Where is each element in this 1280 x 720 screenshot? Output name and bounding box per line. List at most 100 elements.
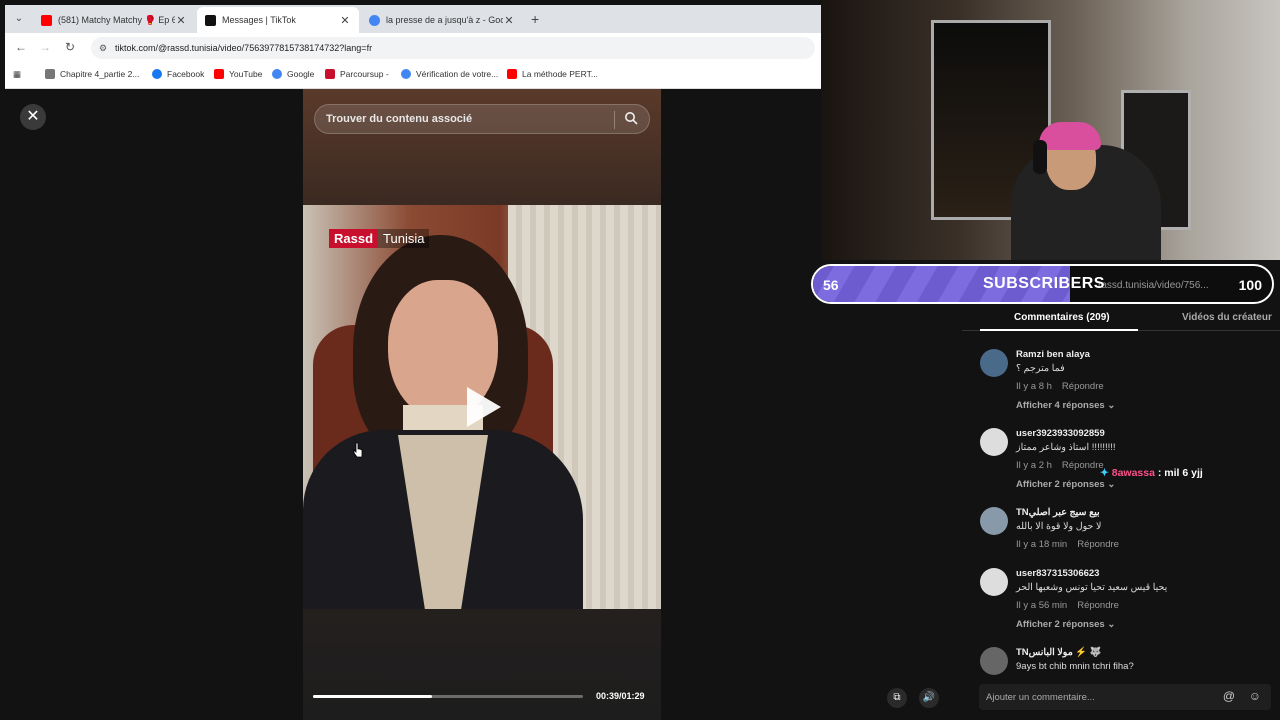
reload-icon[interactable]: ↻ (62, 40, 78, 54)
related-search-input[interactable]: Trouver du contenu associé (314, 104, 650, 134)
video-progress-bar[interactable] (313, 695, 583, 698)
comment-user[interactable]: user3923933092859 (1016, 428, 1105, 439)
comment-text: 9ays bt chib mnin tchri fiha? (1016, 661, 1134, 672)
video-player[interactable]: Rassd Tunisia Trouver du contenu associé… (303, 89, 661, 720)
search-placeholder: Trouver du contenu associé (326, 113, 473, 125)
comments-tabs: Commentaires (209) Vidéos du créateur (962, 304, 1280, 331)
close-tab-icon[interactable]: ✕ (175, 14, 187, 27)
address-row: ← → ↻ ⚙ tiktok.com/@rassd.tunisia/video/… (5, 33, 821, 63)
avatar[interactable] (980, 349, 1008, 377)
address-bar[interactable]: ⚙ tiktok.com/@rassd.tunisia/video/756397… (91, 37, 815, 59)
reply-button[interactable]: Répondre (1077, 539, 1119, 550)
comment-meta: Il y a 56 min Répondre (1016, 600, 1119, 611)
site-info-icon[interactable]: ⚙ (99, 37, 107, 59)
bookmark-icon (45, 69, 55, 79)
parcoursup-icon (325, 69, 335, 79)
subscriber-goal: 100 (1238, 277, 1262, 293)
tab-title: Messages | TikTok (222, 15, 296, 25)
rassd-logo: Rassd Tunisia (329, 229, 430, 248)
play-icon[interactable] (467, 387, 501, 427)
tab-title: la presse de a jusqu'à z - Goog (386, 15, 503, 25)
mention-icon[interactable]: @ (1223, 689, 1235, 703)
comment-user[interactable]: TNمولا البانس ⚡ 🐺 (1016, 647, 1102, 658)
video-time: 00:39/01:29 (596, 691, 645, 701)
bookmark-chapitre[interactable]: Chapitre 4_partie 2... (45, 69, 139, 79)
headset (1033, 140, 1047, 174)
comment-text: استاذ وشاعر ممتاز !!!!!!!!! (1016, 442, 1116, 453)
google-icon (401, 69, 411, 79)
show-replies-button[interactable]: Afficher 2 réponses ⌄ (1016, 619, 1115, 630)
subscriber-goal-bar: rassd.tunisia/video/756... 56 SUBSCRIBER… (811, 264, 1274, 304)
new-tab-button[interactable]: + (531, 11, 539, 27)
bookmark-facebook[interactable]: Facebook (152, 69, 204, 79)
comment-user[interactable]: TNبيع سيج عبر اصلي (1016, 507, 1100, 518)
comment-meta: Il y a 2 h Répondre (1016, 460, 1104, 471)
comment-input[interactable]: Ajouter un commentaire... @ ☺ (979, 684, 1271, 710)
streamer-cap (1039, 122, 1101, 150)
url-text: tiktok.com/@rassd.tunisia/video/75639778… (115, 43, 373, 53)
tab-creator-videos[interactable]: Vidéos du créateur (1182, 312, 1272, 323)
hand-cursor-icon (353, 442, 363, 458)
avatar[interactable] (980, 647, 1008, 675)
screen: ⌄ (581) Matchy Matchy 🥊 Ep 63 ✕ Messages… (0, 0, 1280, 720)
comment-item: user3923933092859 استاذ وشاعر ممتاز !!!!… (980, 428, 1280, 498)
tab-comments[interactable]: Commentaires (209) (1014, 312, 1110, 323)
show-replies-button[interactable]: Afficher 4 réponses ⌄ (1016, 400, 1115, 411)
back-icon[interactable]: ← (13, 40, 29, 54)
apps-icon[interactable]: ▦ (13, 69, 21, 80)
chat-text: : mil 6 yjj (1154, 467, 1203, 479)
avatar[interactable] (980, 428, 1008, 456)
close-tab-icon[interactable]: ✕ (339, 14, 351, 27)
emoji-icon[interactable]: ☺ (1249, 689, 1261, 703)
comments-panel: Commentaires (209) Vidéos du créateur Ra… (962, 304, 1280, 720)
divider (614, 111, 615, 129)
bookmark-parcoursup[interactable]: Parcoursup - (325, 69, 389, 79)
video-progress-fill (313, 695, 432, 698)
comment-text: لا حول ولا قوة الا بالله (1016, 521, 1102, 532)
bookmark-youtube[interactable]: YouTube (214, 69, 262, 79)
tab-strip: ⌄ (581) Matchy Matchy 🥊 Ep 63 ✕ Messages… (5, 5, 821, 33)
google-favicon-icon (369, 14, 380, 26)
chat-overlay-message: ✦ 8awassa : mil 6 yjj (1100, 467, 1203, 479)
picture-in-picture-icon[interactable]: ⧉ (887, 688, 907, 708)
search-icon[interactable] (624, 111, 638, 125)
tab-title: (581) Matchy Matchy 🥊 Ep 63 (58, 14, 175, 25)
tab-search-icon[interactable]: ⌄ (11, 11, 27, 27)
youtube-favicon-icon (41, 14, 52, 26)
comment-meta: Il y a 8 h Répondre (1016, 381, 1104, 392)
browser-window: ⌄ (581) Matchy Matchy 🥊 Ep 63 ✕ Messages… (5, 5, 821, 89)
background-url-text: rassd.tunisia/video/756... (1098, 280, 1209, 291)
comment-user[interactable]: Ramzi ben alaya (1016, 349, 1090, 360)
webcam-overlay (821, 0, 1280, 260)
forward-icon[interactable]: → (37, 40, 53, 54)
reply-button[interactable]: Répondre (1062, 460, 1104, 471)
avatar[interactable] (980, 507, 1008, 535)
volume-icon[interactable]: 🔊 (919, 688, 939, 708)
bookmark-verification[interactable]: Vérification de votre... (401, 69, 498, 79)
show-replies-button[interactable]: Afficher 2 réponses ⌄ (1016, 479, 1115, 490)
comment-item: TNبيع سيج عبر اصلي لا حول ولا قوة الا با… (980, 507, 1280, 557)
bookmark-pert[interactable]: La méthode PERT... (507, 69, 598, 79)
tab-google[interactable]: la presse de a jusqu'à z - Goog ✕ (361, 7, 523, 33)
reply-button[interactable]: Répondre (1077, 600, 1119, 611)
tiktok-favicon-icon (205, 14, 216, 26)
youtube-icon (214, 69, 224, 79)
avatar[interactable] (980, 568, 1008, 596)
comment-placeholder: Ajouter un commentaire... (986, 692, 1095, 703)
comment-text: فما مترجم ؟ (1016, 363, 1065, 374)
bookmark-google[interactable]: Google (272, 69, 314, 79)
youtube-icon (507, 69, 517, 79)
close-tab-icon[interactable]: ✕ (503, 14, 515, 27)
sparkle-icon: ✦ (1100, 467, 1109, 479)
comment-user[interactable]: user837315306623 (1016, 568, 1099, 579)
reply-button[interactable]: Répondre (1062, 381, 1104, 392)
tab-youtube[interactable]: (581) Matchy Matchy 🥊 Ep 63 ✕ (33, 7, 195, 33)
bookmarks-bar: ▦ Chapitre 4_partie 2... Facebook YouTub… (5, 63, 821, 89)
tab-tiktok[interactable]: Messages | TikTok ✕ (197, 7, 359, 33)
close-video-button[interactable]: ✕ (20, 104, 46, 130)
facebook-icon (152, 69, 162, 79)
subscriber-label: SUBSCRIBERS (983, 275, 1105, 292)
comment-item: TNمولا البانس ⚡ 🐺 9ays bt chib mnin tchr… (980, 647, 1280, 677)
comment-item: user837315306623 يحيا قيس سعيد تحيا تونس… (980, 568, 1280, 638)
google-icon (272, 69, 282, 79)
